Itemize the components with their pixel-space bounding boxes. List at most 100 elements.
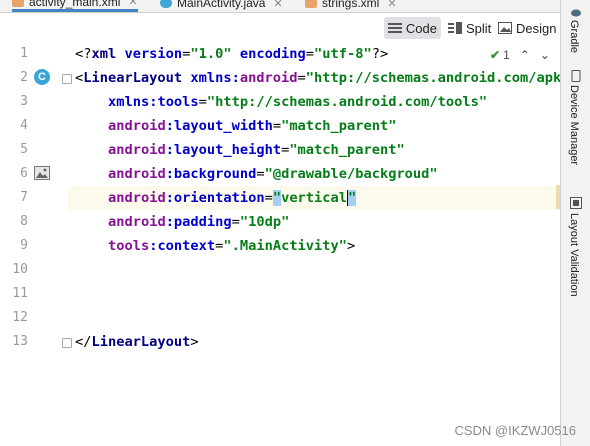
token: version <box>116 46 183 62</box>
token: ?> <box>371 46 389 62</box>
token: android <box>108 166 166 182</box>
line-number: 10 <box>12 262 28 277</box>
token: = <box>264 190 273 206</box>
image-preview-icon[interactable] <box>34 166 50 180</box>
line-number: 12 <box>12 310 28 325</box>
token: :padding <box>165 214 232 230</box>
tab-label: activity_main.xml <box>29 0 121 9</box>
device-manager-icon <box>571 70 581 82</box>
token: :orientation <box>165 190 265 206</box>
token: = <box>297 70 306 86</box>
matching-quote: " <box>348 190 357 206</box>
inspection-count: 1 <box>503 48 510 62</box>
java-class-icon <box>160 0 172 8</box>
code-line-9: tools:context=".MainActivity"> <box>108 235 355 257</box>
inspection-widget[interactable]: ✔ 1 ⌃ ⌄ <box>490 48 550 62</box>
line-number: 9 <box>20 238 28 253</box>
line-number: 1 <box>20 46 28 61</box>
watermark: CSDN @IKZWJ0516 <box>454 423 576 438</box>
code-line-7: android:orientation="vertical" <box>108 187 357 209</box>
token: tools <box>157 94 199 110</box>
line-number-gutter: 1 2 3 4 5 6 7 8 9 10 11 12 13 C <box>0 42 72 446</box>
line-number: 4 <box>20 118 28 133</box>
token: LinearLayout <box>83 70 183 86</box>
image-icon <box>498 22 512 34</box>
token: "http://schemas.android.com/tools" <box>206 94 488 110</box>
token: LinearLayout <box>91 334 191 350</box>
token: xmlns: <box>182 70 240 86</box>
token: xmlns: <box>108 94 158 110</box>
gradle-panel-tab[interactable]: Gradle <box>568 20 580 53</box>
design-mode-button[interactable]: Design <box>494 17 560 39</box>
layout-validation-icon <box>570 197 582 209</box>
split-mode-label: Split <box>466 20 492 36</box>
code-line-2: <LinearLayout xmlns:android="http://sche… <box>75 67 560 89</box>
layout-validation-panel-tab[interactable]: Layout Validation <box>568 213 580 297</box>
token: :layout_height <box>165 142 282 158</box>
line-number: 6 <box>20 166 28 181</box>
close-icon[interactable]: ✕ <box>128 0 137 8</box>
token: = <box>305 46 315 62</box>
design-mode-label: Design <box>516 20 557 36</box>
token: > <box>190 334 199 350</box>
right-tool-window-bar: Gradle Device Manager Layout Validation <box>560 0 590 446</box>
token: android <box>108 118 166 134</box>
token: "1.0" <box>190 46 232 62</box>
token: < <box>75 70 84 86</box>
token: android <box>239 70 298 86</box>
tab-label: MainActivity.java <box>177 0 266 10</box>
chevron-up-icon[interactable]: ⌃ <box>520 48 530 62</box>
token: = <box>198 94 207 110</box>
tab-main-activity-java[interactable]: MainActivity.java ✕ <box>160 0 283 12</box>
gradle-icon <box>571 9 581 17</box>
xml-file-icon <box>12 0 24 7</box>
tab-strings-xml[interactable]: strings.xml ✕ <box>305 0 397 12</box>
line-number: 3 <box>20 94 28 109</box>
token: "match_parent" <box>281 118 397 134</box>
line-number: 11 <box>12 286 28 301</box>
code-mode-button[interactable]: Code <box>384 17 441 39</box>
tab-activity-main-xml[interactable]: activity_main.xml ✕ <box>12 0 138 12</box>
token: :context <box>149 238 216 254</box>
code-icon <box>388 23 402 33</box>
token: android <box>108 190 166 206</box>
token: ".MainActivity" <box>223 238 347 254</box>
tab-label: strings.xml <box>322 0 380 10</box>
token: vertical <box>281 190 348 206</box>
code-line-8: android:padding="10dp" <box>108 211 289 233</box>
token: "match_parent" <box>289 142 405 158</box>
token: :background <box>165 166 257 182</box>
token: <? <box>75 46 92 62</box>
code-mode-label: Code <box>405 20 437 36</box>
token: "http://schemas.android.com/apk/res/andr… <box>305 70 560 86</box>
code-line-5: android:layout_height="match_parent" <box>108 139 405 161</box>
token: </ <box>75 334 92 350</box>
token: android <box>108 142 166 158</box>
split-icon <box>448 22 462 34</box>
class-badge-icon[interactable]: C <box>34 69 50 85</box>
line-number: 2 <box>20 70 28 85</box>
device-manager-panel-tab[interactable]: Device Manager <box>568 85 580 165</box>
editor-tab-bar: activity_main.xml ✕ MainActivity.java ✕ … <box>0 0 560 13</box>
code-line-13: </LinearLayout> <box>75 331 199 353</box>
token: "10dp" <box>239 214 290 230</box>
token: "@drawable/backgroud" <box>264 166 438 182</box>
token: :layout_width <box>165 118 273 134</box>
close-icon[interactable]: ✕ <box>387 0 396 10</box>
token: android <box>108 214 166 230</box>
code-line-6: android:background="@drawable/backgroud" <box>108 163 438 185</box>
token: = <box>272 118 282 134</box>
close-icon[interactable]: ✕ <box>273 0 282 10</box>
split-mode-button[interactable]: Split <box>444 17 495 39</box>
code-line-1: <?xml version="1.0" encoding="utf-8"?> <box>75 43 388 65</box>
token: = <box>231 214 240 230</box>
line-number: 8 <box>20 214 28 229</box>
code-editor[interactable]: <?xml version="1.0" encoding="utf-8"?> <… <box>68 42 560 446</box>
matching-quote: " <box>272 190 282 206</box>
line-number: 5 <box>20 142 28 157</box>
code-line-4: android:layout_width="match_parent" <box>108 115 396 137</box>
token: "utf-8" <box>314 46 372 62</box>
chevron-down-icon[interactable]: ⌄ <box>540 48 550 62</box>
token: encoding <box>231 46 306 62</box>
token: > <box>347 238 356 254</box>
